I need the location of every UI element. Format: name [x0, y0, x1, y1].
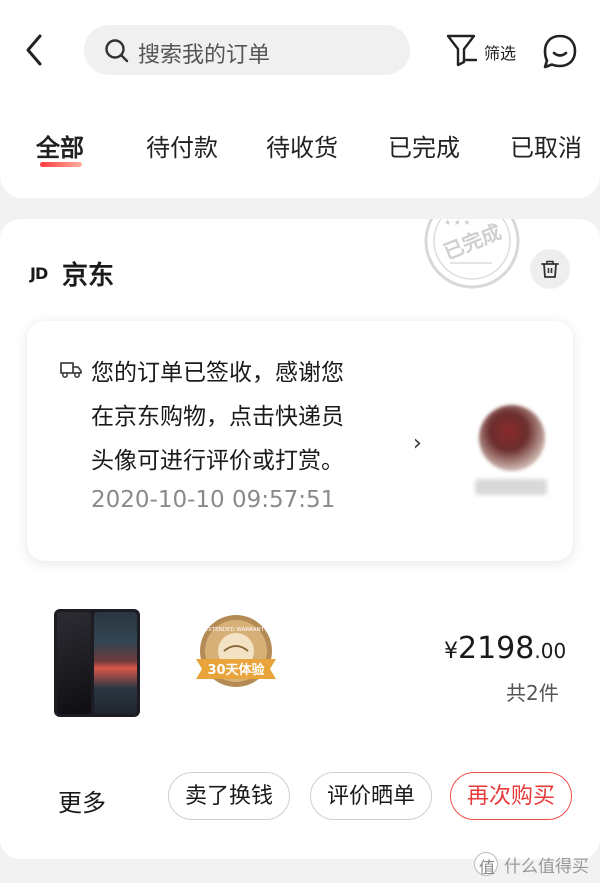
- courier-name-blurred: [475, 479, 547, 495]
- svg-text:★ ★ ★: ★ ★ ★: [444, 219, 471, 227]
- watermark-logo-text: 值: [479, 858, 496, 877]
- phone-screen-image: [94, 612, 137, 714]
- courier-avatar[interactable]: [479, 405, 545, 471]
- completed-stamp: ★ ★ ★ 已完成: [424, 219, 520, 289]
- trash-icon: [541, 260, 559, 278]
- chevron-right-icon[interactable]: ›: [413, 431, 422, 456]
- tab-pending-payment[interactable]: 待付款: [146, 128, 218, 163]
- order-card[interactable]: JD 京东 ★ ★ ★ 已完成 您的订单已签收，感谢您 在京东购物，点击快递员 …: [0, 219, 600, 859]
- notice-line-1: 您的订单已签收，感谢您: [91, 360, 344, 386]
- notice-timestamp: 2020-10-10 09:57:51: [91, 487, 336, 513]
- back-arrow-icon[interactable]: [18, 30, 50, 70]
- sell-button[interactable]: 卖了换钱: [168, 772, 290, 820]
- watermark-logo: 值: [474, 852, 498, 877]
- product-image[interactable]: [54, 609, 140, 717]
- rebuy-button[interactable]: 再次购买: [450, 772, 572, 820]
- watermark-text: 什么值得买: [504, 857, 589, 877]
- truck-icon: [60, 362, 82, 379]
- delete-order-button[interactable]: [530, 249, 570, 289]
- notice-line-3: 头像可进行评价或打赏。: [91, 448, 344, 474]
- price-decimal: .00: [534, 639, 567, 663]
- tab-completed[interactable]: 已完成: [388, 128, 460, 163]
- active-tab-indicator: [40, 162, 82, 167]
- shop-name[interactable]: 京东: [62, 255, 114, 292]
- badge-ribbon-text: EXTENDED WARRANTY: [205, 627, 268, 633]
- tab-cancelled[interactable]: 已取消: [510, 128, 582, 163]
- order-tabs: 全部 待付款 待收货 已完成 已取消: [0, 128, 600, 168]
- filter-button[interactable]: 筛选: [444, 30, 524, 72]
- delivery-notice[interactable]: 您的订单已签收，感谢您 在京东购物，点击快递员 头像可进行评价或打赏。 2020…: [27, 321, 573, 561]
- tab-pending-delivery[interactable]: 待收货: [266, 128, 338, 163]
- notice-message: 您的订单已签收，感谢您 在京东购物，点击快递员 头像可进行评价或打赏。: [91, 351, 401, 483]
- review-button[interactable]: 评价晒单: [310, 772, 432, 820]
- watermark: 值 什么值得买: [474, 850, 594, 878]
- filter-icon: [446, 34, 478, 67]
- price-integer: 2198: [458, 631, 535, 666]
- phone-back-image: [57, 612, 91, 714]
- tab-all[interactable]: 全部: [36, 128, 84, 163]
- more-button[interactable]: 更多: [58, 783, 106, 818]
- price-symbol: ¥: [444, 639, 458, 664]
- trial-badge: EXTENDED WARRANTY 30天体验: [196, 615, 276, 687]
- notice-line-2: 在京东购物，点击快递员: [91, 404, 344, 430]
- jd-logo: JD: [30, 264, 48, 283]
- badge-text: 30天体验: [207, 662, 265, 678]
- header-panel: 搜索我的订单 筛选 全部 待付款 待收货 已完成 已取消: [0, 0, 600, 198]
- search-placeholder: 搜索我的订单: [138, 43, 271, 68]
- message-icon[interactable]: [538, 30, 582, 74]
- search-icon: [105, 39, 129, 63]
- search-input[interactable]: 搜索我的订单: [84, 25, 410, 75]
- filter-label: 筛选: [484, 44, 517, 63]
- item-count: 共2件: [506, 681, 559, 705]
- product-price: ¥2198.00: [444, 631, 566, 666]
